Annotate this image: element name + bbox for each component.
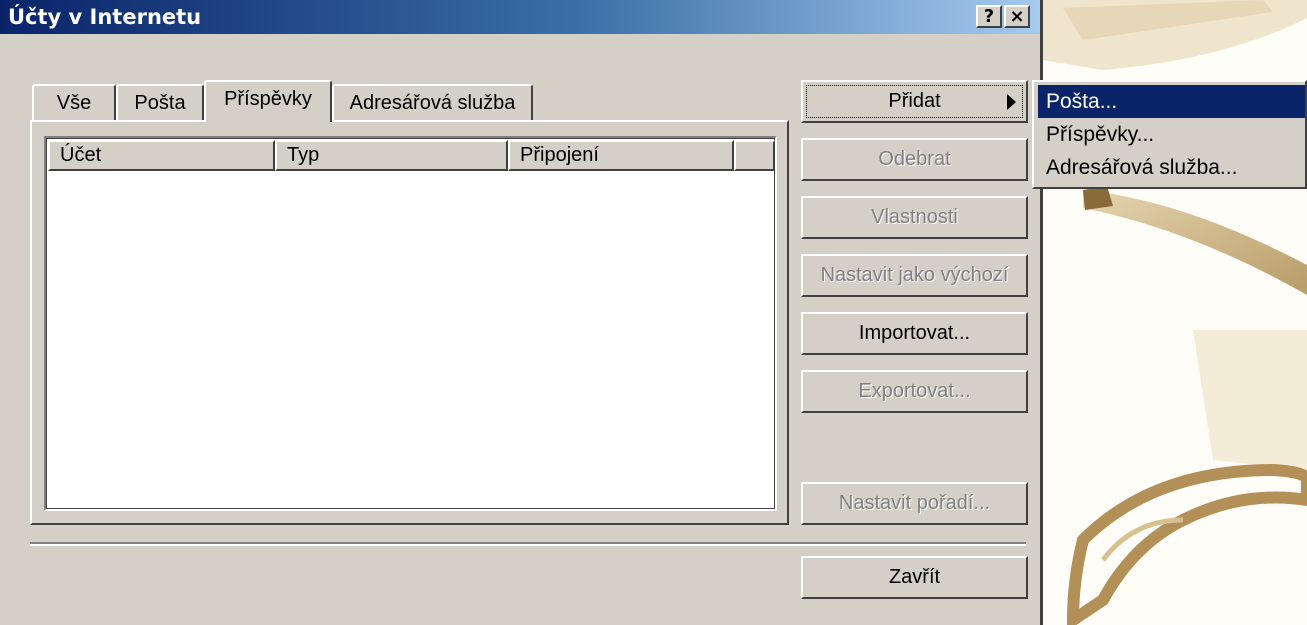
column-header-connection[interactable]: Připojení	[508, 140, 734, 171]
add-popup-menu: Pošta... Příspěvky... Adresářová služba.…	[1032, 80, 1307, 189]
menu-item-news[interactable]: Příspěvky...	[1038, 118, 1305, 151]
add-button-label: Přidat	[888, 90, 941, 112]
column-header-type[interactable]: Typ	[275, 140, 508, 171]
tab-all[interactable]: Vše	[32, 84, 116, 122]
close-button[interactable]: Zavřít	[801, 556, 1028, 599]
internet-accounts-dialog: Účty v Internetu ? × Vše Pošta Příspěvky…	[0, 0, 1043, 625]
submenu-arrow-icon	[1007, 94, 1016, 110]
import-button[interactable]: Importovat...	[801, 312, 1028, 355]
properties-button[interactable]: Vlastnosti	[801, 196, 1028, 239]
tab-news[interactable]: Příspěvky	[204, 80, 332, 122]
menu-item-mail[interactable]: Pošta...	[1038, 85, 1305, 118]
close-window-button[interactable]: ×	[1004, 5, 1030, 28]
add-button[interactable]: Přidat	[801, 80, 1028, 123]
menu-item-directory-service[interactable]: Adresářová služba...	[1038, 151, 1305, 184]
help-button[interactable]: ?	[976, 5, 1002, 28]
set-order-button[interactable]: Nastavit pořadí...	[801, 482, 1028, 525]
accounts-list[interactable]: Účet Typ Připojení	[44, 136, 777, 511]
title-bar[interactable]: Účty v Internetu ? ×	[0, 0, 1040, 34]
divider	[30, 542, 1026, 546]
tab-mail[interactable]: Pošta	[116, 84, 204, 122]
column-header-account[interactable]: Účet	[48, 140, 275, 171]
set-default-button[interactable]: Nastavit jako výchozí	[801, 254, 1028, 297]
export-button[interactable]: Exportovat...	[801, 370, 1028, 413]
tab-directory-service[interactable]: Adresářová služba	[332, 84, 533, 122]
column-header-empty[interactable]	[734, 140, 775, 171]
remove-button[interactable]: Odebrat	[801, 138, 1028, 181]
window-title: Účty v Internetu	[8, 5, 202, 29]
